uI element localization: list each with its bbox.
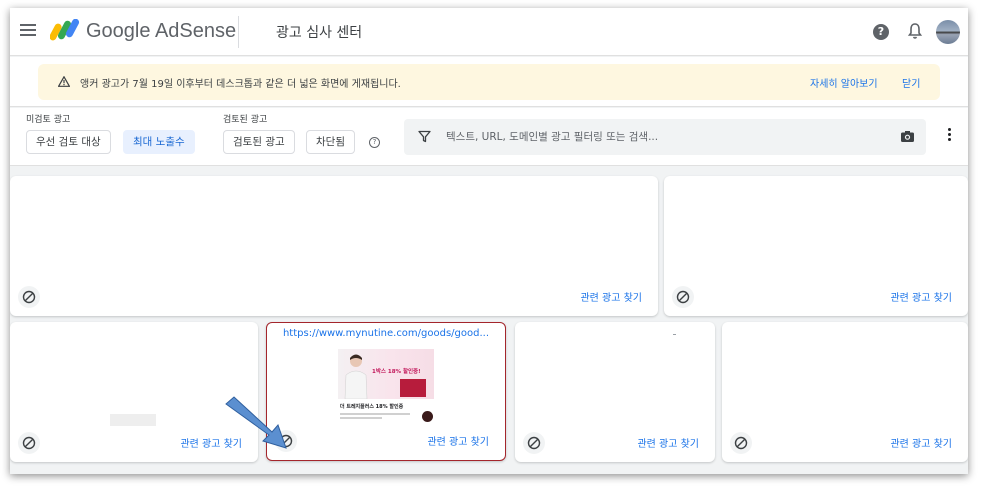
model-photo-icon (344, 354, 368, 399)
block-ad-button[interactable] (523, 432, 545, 454)
find-related-ads-link[interactable]: 관련 광고 찾기 (427, 433, 489, 448)
ad-placeholder (110, 414, 156, 426)
block-icon (22, 290, 36, 304)
chip-blocked[interactable]: 차단됨 (306, 130, 355, 154)
screenshot-camera-icon[interactable] (900, 130, 915, 143)
header-divider (238, 16, 239, 48)
find-related-ads-link[interactable]: 관련 광고 찾기 (890, 289, 952, 304)
ad-url-placeholder (673, 334, 676, 335)
find-related-ads-link[interactable]: 관련 광고 찾기 (637, 435, 699, 450)
unreviewed-group-label: 미검토 광고 (26, 115, 71, 125)
dismiss-link[interactable]: 닫기 (902, 75, 920, 90)
ad-description-lines (340, 413, 410, 421)
page-title: 광고 심사 센터 (276, 25, 363, 41)
ad-card-5[interactable]: 관련 광고 찾기 (515, 322, 715, 462)
chip-reviewed-ads[interactable]: 검토된 광고 (223, 130, 295, 154)
product-box-image (400, 379, 426, 397)
notice-message: 앵커 광고가 7월 19일 이후부터 데스크톱과 같은 더 넓은 화면에 게재됩… (80, 79, 401, 90)
menu-icon[interactable] (20, 24, 36, 37)
block-ad-button[interactable] (18, 432, 40, 454)
learn-more-link[interactable]: 자세히 알아보기 (810, 75, 878, 90)
help-circle-icon[interactable]: ? (369, 137, 380, 148)
search-bar (404, 119, 926, 155)
ad-creative-image[interactable]: 1박스 18% 할인중! 더 트레지플러스 18% 할인중 (338, 349, 434, 425)
ad-card-6[interactable]: 관련 광고 찾기 (722, 322, 968, 462)
block-icon (734, 436, 748, 450)
help-icon[interactable]: ? (873, 24, 889, 40)
app-window: Google AdSense 광고 심사 센터 ? 앵커 광고가 7월 19일 … (10, 8, 968, 474)
chip-most-impressions[interactable]: 최대 노출수 (123, 130, 195, 154)
block-icon (676, 290, 690, 304)
ad-banner-image: 1박스 18% 할인중! (338, 349, 434, 399)
notice-area: 앵커 광고가 7월 19일 이후부터 데스크톱과 같은 더 넓은 화면에 게재됩… (10, 57, 968, 107)
notifications-bell-icon[interactable] (907, 22, 923, 40)
ad-card-2[interactable]: 관련 광고 찾기 (664, 176, 968, 316)
block-icon (22, 436, 36, 450)
account-avatar[interactable] (936, 20, 960, 44)
ad-destination-url[interactable]: https://www.mynutine.com/goods/good... (267, 328, 505, 339)
ad-cta-arrow-icon[interactable] (422, 411, 433, 422)
reviewed-group-label: 검토된 광고 (223, 115, 268, 125)
block-icon (527, 436, 541, 450)
ad-card-highlighted[interactable]: https://www.mynutine.com/goods/good... 1… (266, 322, 506, 461)
ad-card-3[interactable]: 관련 광고 찾기 (10, 322, 258, 462)
adsense-logo-icon (50, 19, 80, 41)
brand-name: Google AdSense (86, 20, 237, 42)
more-options-icon[interactable] (948, 128, 952, 144)
block-ad-button[interactable] (730, 432, 752, 454)
search-input[interactable] (446, 127, 876, 147)
top-app-bar: Google AdSense 광고 심사 센터 ? (10, 8, 968, 56)
notice-banner: 앵커 광고가 7월 19일 이후부터 데스크톱과 같은 더 넓은 화면에 게재됩… (38, 64, 940, 100)
chip-priority-review[interactable]: 우선 검토 대상 (26, 130, 111, 154)
ad-headline: 더 트레지플러스 18% 할인중 (340, 404, 404, 410)
filter-toolbar: 미검토 광고 우선 검토 대상 최대 노출수 검토된 광고 검토된 광고 차단됨… (10, 108, 968, 166)
block-ad-button[interactable] (672, 286, 694, 308)
find-related-ads-link[interactable]: 관련 광고 찾기 (580, 289, 642, 304)
ad-card-1[interactable]: 관련 광고 찾기 (10, 176, 658, 316)
find-related-ads-link[interactable]: 관련 광고 찾기 (890, 435, 952, 450)
warning-icon (58, 76, 70, 87)
filter-funnel-icon[interactable] (418, 130, 431, 143)
ad-promo-text: 1박스 18% 할인중! (372, 369, 421, 375)
annotation-arrow-icon (225, 396, 287, 449)
block-ad-button[interactable] (18, 286, 40, 308)
